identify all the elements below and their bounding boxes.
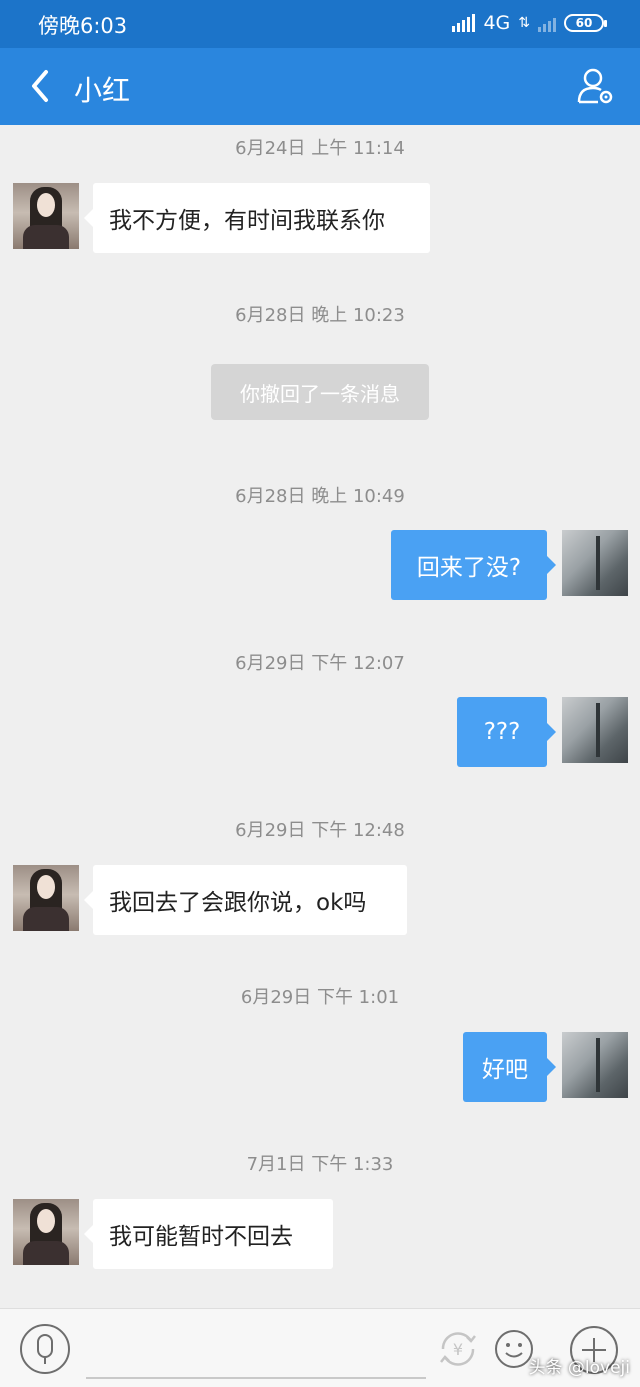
yuan-transfer-icon: ¥ [440, 1332, 476, 1366]
outgoing-message[interactable]: ??? [457, 697, 556, 767]
sim2-signal-icon [538, 14, 556, 32]
network-type: 4G [483, 12, 511, 34]
battery-level: 60 [575, 16, 593, 30]
message-timestamp: 6月29日 下午 1:01 [240, 987, 400, 1008]
message-timestamp: 6月29日 下午 12:07 [235, 653, 405, 674]
red-packet-button[interactable]: ¥ [433, 1324, 483, 1374]
watermark: 头条 @loveji [528, 1358, 631, 1378]
contact-settings-button[interactable] [576, 66, 616, 106]
microphone-icon [37, 1334, 53, 1364]
chat-header: 小红 [0, 48, 640, 125]
message-list[interactable]: 6月24日 上午 11:14 我不方便，有时间我联系你 6月28日 晚上 10:… [0, 125, 640, 1308]
message-input[interactable] [86, 1317, 426, 1379]
contact-avatar[interactable] [13, 865, 79, 931]
incoming-message[interactable]: 我不方便，有时间我联系你 [84, 183, 430, 253]
voice-button[interactable] [20, 1324, 70, 1374]
status-bar: 傍晚6:03 4G ⇅ 60 [0, 0, 640, 48]
contact-avatar[interactable] [13, 1199, 79, 1265]
svg-text:¥: ¥ [453, 1340, 463, 1359]
message-timestamp: 7月1日 下午 1:33 [246, 1154, 394, 1175]
my-avatar[interactable] [562, 697, 628, 763]
incoming-message[interactable]: 我回去了会跟你说，ok吗 [84, 865, 407, 935]
my-avatar[interactable] [562, 1032, 628, 1098]
outgoing-message[interactable]: 好吧 [463, 1032, 556, 1102]
user-settings-icon [577, 68, 613, 104]
recalled-message-notice: 你撤回了一条消息 [211, 364, 429, 420]
message-timestamp: 6月24日 上午 11:14 [235, 138, 405, 159]
message-timestamp: 6月29日 下午 12:48 [235, 820, 405, 841]
outgoing-message[interactable]: 回来了没? [391, 530, 556, 600]
data-transfer-icon: ⇅ [518, 15, 530, 31]
status-time: 傍晚6:03 [38, 14, 128, 38]
battery-icon: 60 [564, 14, 607, 32]
back-button[interactable] [22, 66, 62, 106]
incoming-message[interactable]: 我可能暂时不回去 [84, 1199, 333, 1269]
message-timestamp: 6月28日 晚上 10:23 [235, 305, 405, 326]
chevron-left-icon [32, 70, 48, 102]
cell-signal-icon [452, 14, 476, 32]
my-avatar[interactable] [562, 530, 628, 596]
contact-name: 小红 [74, 74, 131, 107]
status-indicators: 4G ⇅ 60 [452, 12, 607, 34]
input-bar: ¥ 头条 @loveji [0, 1308, 640, 1387]
contact-avatar[interactable] [13, 183, 79, 249]
message-timestamp: 6月28日 晚上 10:49 [235, 486, 405, 507]
